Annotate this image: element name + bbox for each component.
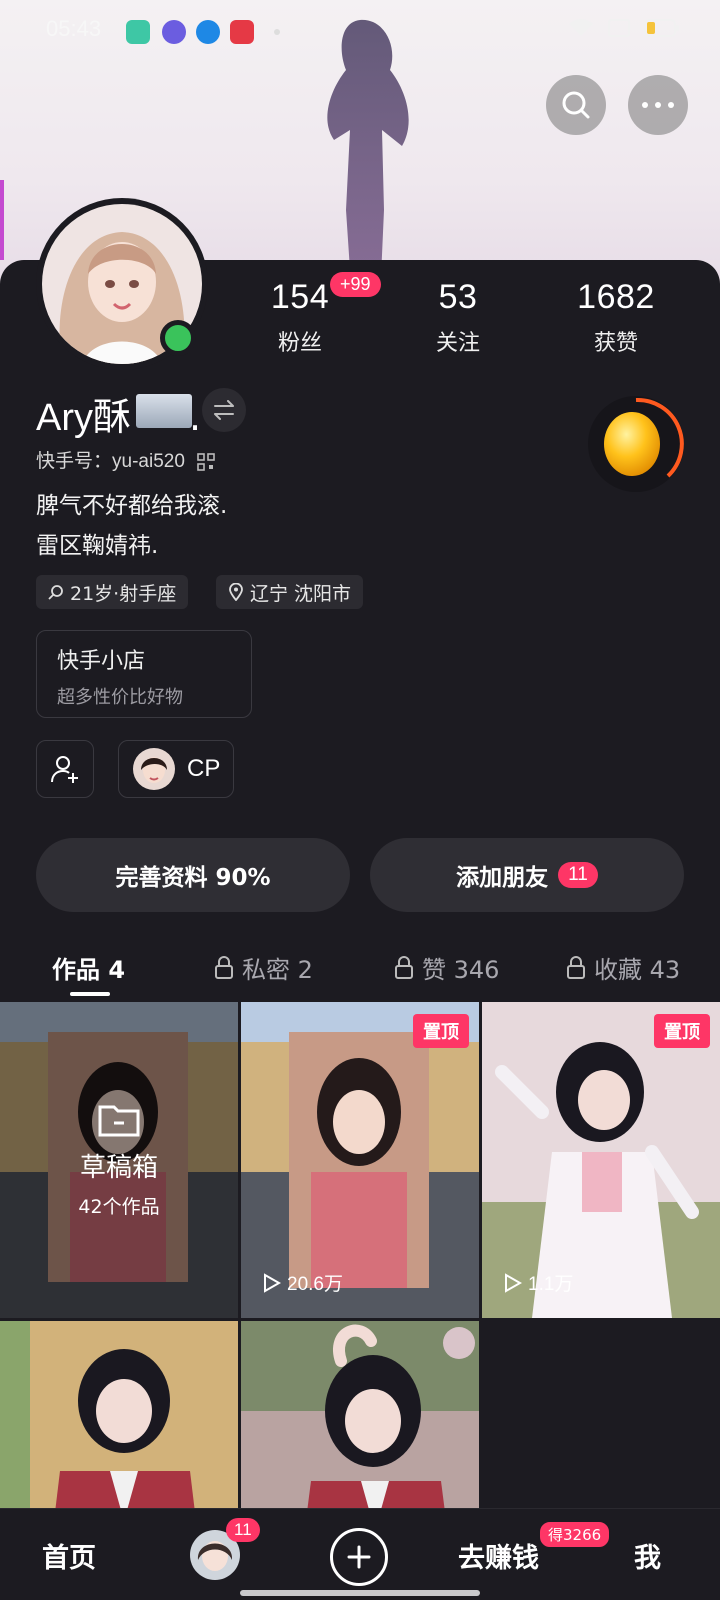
- kuaishou-shop-card[interactable]: 快手小店 超多性价比好物: [36, 630, 252, 718]
- draft-overlay: 草稿箱 42个作品: [0, 1002, 238, 1318]
- age-zodiac-text: 21岁·射手座: [70, 582, 177, 605]
- complete-profile-button[interactable]: 完善资料 90%: [36, 838, 350, 912]
- app-notification-icon: [196, 20, 220, 44]
- age-zodiac-chip: 21岁·射手座: [36, 575, 189, 609]
- lock-icon: [567, 955, 585, 979]
- location-chip: 辽宁 沈阳市: [216, 575, 364, 609]
- add-friends-count-badge: 11: [558, 862, 598, 888]
- play-icon: [264, 1272, 281, 1293]
- switch-account-button[interactable]: [202, 388, 246, 432]
- status-bar: 05:43: [0, 0, 720, 62]
- swap-icon: [214, 400, 234, 420]
- wifi-icon: [569, 19, 593, 36]
- home-indicator[interactable]: [240, 1590, 480, 1596]
- app-notification-icon: [162, 20, 186, 44]
- complete-profile-label: 完善资料 90%: [115, 865, 271, 891]
- add-user-icon: [51, 756, 78, 783]
- status-right-group: [568, 18, 680, 38]
- cp-avatar: [133, 748, 175, 790]
- screen-record-icon: [230, 20, 254, 44]
- kuaishou-id[interactable]: 快手号：yu-ai520: [36, 446, 215, 473]
- nav-home[interactable]: 首页: [42, 1536, 96, 1575]
- plus-icon: [347, 1545, 371, 1569]
- pinned-badge: 置顶: [654, 1014, 710, 1048]
- profile-name-suffix: .: [189, 395, 202, 439]
- search-button[interactable]: [546, 75, 606, 135]
- tab-favorites-label: 收藏 43: [594, 956, 681, 984]
- add-friends-label: 添加朋友: [456, 865, 549, 891]
- messages-count-badge: 11: [226, 1518, 260, 1542]
- dot-icon: [274, 29, 280, 35]
- more-options-button[interactable]: [628, 75, 688, 135]
- sim-icon: [608, 19, 630, 37]
- search-icon: [562, 91, 590, 119]
- name-emoji-image: [136, 394, 192, 428]
- nav-earn[interactable]: 去赚钱: [458, 1536, 539, 1575]
- stat-following-value: 53: [438, 278, 478, 316]
- draft-count: 42个作品: [78, 1196, 160, 1218]
- more-icon: [642, 102, 674, 108]
- lock-icon: [395, 955, 413, 979]
- draft-title: 草稿箱: [79, 1153, 158, 1183]
- add-friends-button[interactable]: 添加朋友 11: [370, 838, 684, 912]
- earn-reward-badge: 得3266: [538, 1520, 612, 1549]
- location-text: 辽宁 沈阳市: [250, 582, 352, 605]
- pinned-badge: 置顶: [413, 1014, 469, 1048]
- stat-fans-value: 154: [270, 278, 330, 316]
- stat-likes-value: 1682: [577, 278, 655, 316]
- qr-code-icon[interactable]: [197, 452, 215, 471]
- stat-likes-label: 获赞: [593, 331, 638, 356]
- status-time: 05:43: [46, 16, 102, 41]
- tab-liked[interactable]: 赞 346: [394, 950, 499, 985]
- gender-search-icon: [48, 585, 63, 600]
- bio-line: 脾气不好都给我滚.: [36, 493, 228, 519]
- active-tab-indicator: [70, 992, 110, 996]
- folder-icon: [98, 1105, 140, 1137]
- profile-name: Ary酥: [36, 397, 132, 439]
- draft-box-tile[interactable]: 草稿箱 42个作品: [0, 1002, 238, 1318]
- online-status-indicator: [160, 320, 196, 356]
- stat-following[interactable]: 53 关注: [388, 278, 528, 357]
- stat-following-label: 关注: [435, 331, 480, 356]
- play-count-value: 20.6万: [287, 1274, 343, 1295]
- play-count: 1.1万: [504, 1269, 573, 1296]
- shop-title: 快手小店: [57, 649, 146, 674]
- cp-label: CP: [187, 755, 221, 782]
- kuaishou-id-label: 快手号：: [36, 450, 113, 472]
- add-friend-icon-button[interactable]: [36, 740, 94, 798]
- kuaishou-id-value: yu-ai520: [112, 451, 185, 472]
- location-pin-icon: [229, 583, 243, 601]
- nav-me[interactable]: 我: [634, 1536, 661, 1575]
- bio-line: 雷区鞠婧祎.: [36, 533, 159, 559]
- tab-works-label: 作品 4: [52, 956, 126, 984]
- stat-fans[interactable]: 154 粉丝: [230, 278, 370, 357]
- lock-icon: [215, 955, 233, 979]
- app-notification-icon: [126, 20, 150, 44]
- tab-liked-label: 赞 346: [422, 956, 500, 984]
- tab-private[interactable]: 私密 2: [214, 950, 313, 985]
- tab-favorites[interactable]: 收藏 43: [566, 950, 680, 985]
- play-icon: [505, 1272, 522, 1293]
- video-tile[interactable]: 置顶 20.6万: [241, 1002, 479, 1318]
- tab-private-label: 私密 2: [242, 956, 313, 984]
- tab-works[interactable]: 作品 4: [52, 950, 125, 985]
- stat-likes[interactable]: 1682 获赞: [546, 278, 686, 357]
- egg-icon: [604, 397, 684, 478]
- battery-icon: [644, 19, 679, 37]
- play-count: 20.6万: [263, 1269, 343, 1296]
- shop-subtitle: 超多性价比好物: [57, 687, 183, 708]
- create-post-button[interactable]: [330, 1528, 388, 1586]
- egg-reward-button[interactable]: [588, 396, 684, 492]
- video-tile[interactable]: 置顶 1.1万: [482, 1002, 720, 1318]
- stat-fans-label: 粉丝: [277, 331, 322, 356]
- cp-button[interactable]: CP: [118, 740, 234, 798]
- play-count-value: 1.1万: [528, 1274, 574, 1295]
